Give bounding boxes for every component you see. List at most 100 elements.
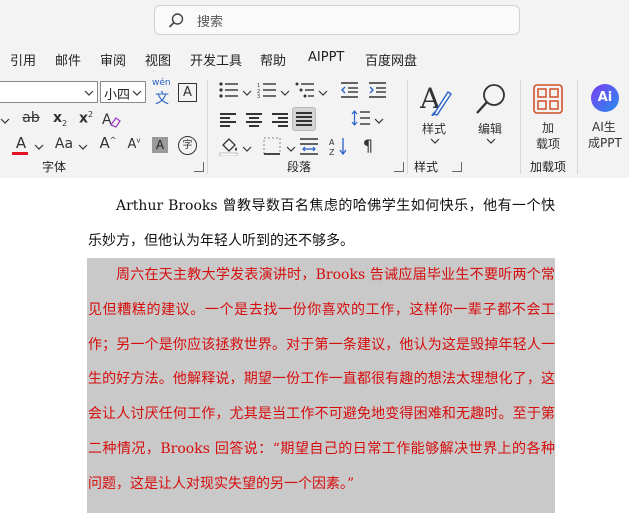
paragraph-dialog-launcher[interactable] <box>394 162 404 172</box>
search-box[interactable]: 搜索 <box>154 5 520 35</box>
shading-button[interactable] <box>218 136 240 158</box>
character-border-button[interactable]: A <box>178 83 197 102</box>
font-color-bar <box>12 152 28 155</box>
align-center-icon <box>246 113 262 127</box>
justify-button[interactable] <box>292 107 316 131</box>
chevron-down-icon[interactable] <box>280 90 290 96</box>
superscript-button[interactable]: x2 <box>76 110 96 130</box>
menu-view[interactable]: 视图 <box>145 50 171 69</box>
svg-text:3: 3 <box>257 94 260 98</box>
svg-text:A: A <box>329 138 335 147</box>
styles-icon: A <box>419 82 452 116</box>
borders-icon <box>263 137 281 155</box>
chevron-down-icon[interactable] <box>374 118 384 124</box>
increase-indent-icon <box>369 82 386 98</box>
addins-label-1: 加 <box>542 121 555 135</box>
line-spacing-icon <box>351 110 370 126</box>
chevron-down-icon <box>84 90 94 96</box>
grow-font-button[interactable]: A^ <box>98 134 118 156</box>
char-border-icon: A <box>183 85 192 100</box>
chevron-down-icon[interactable] <box>318 90 328 96</box>
bullets-icon <box>219 82 238 98</box>
menu-mailings[interactable]: 邮件 <box>55 50 81 69</box>
font-size-combo[interactable]: 小四 <box>100 81 146 103</box>
numbering-button[interactable]: 1 2 3 <box>256 82 278 102</box>
ribbon-area: 搜索 引用 邮件 审阅 视图 开发工具 帮助 AIPPT 百度网盘 小四 wén… <box>0 0 629 178</box>
change-case-button[interactable]: Aa <box>52 136 76 156</box>
numbering-icon: 1 2 3 <box>257 83 276 100</box>
borders-button[interactable] <box>262 137 282 157</box>
style-dialog-launcher[interactable] <box>452 162 462 172</box>
chevron-down-icon[interactable] <box>286 146 296 152</box>
chevron-down-icon[interactable] <box>242 90 252 96</box>
svg-text:A: A <box>102 112 112 128</box>
chevron-down-icon[interactable] <box>34 144 44 150</box>
font-dialog-launcher[interactable] <box>194 162 204 172</box>
paragraph-group-label: 段落 <box>287 160 312 174</box>
document-paragraph-2-selected[interactable]: 周六在天主教大学发表演讲时，Brooks 告诫应届毕业生不要听两个常见但糟糕的建… <box>88 258 555 502</box>
align-left-button[interactable] <box>218 110 238 130</box>
decrease-indent-button[interactable] <box>340 82 360 102</box>
bullets-button[interactable] <box>218 82 240 102</box>
strikethrough-button[interactable]: ab <box>20 110 42 130</box>
chevron-down-icon[interactable] <box>78 144 88 150</box>
chevron-down-icon[interactable] <box>242 146 252 152</box>
font-group-label: 字体 <box>42 160 67 174</box>
menu-references[interactable]: 引用 <box>10 50 36 69</box>
phonetic-guide-button[interactable]: wén 文 <box>152 78 172 107</box>
align-right-button[interactable] <box>270 110 290 130</box>
document-paragraph-1[interactable]: Arthur Brooks 曾教导数百名焦虑的哈佛学生如何快乐，他有一个快乐妙方… <box>88 189 555 259</box>
chevron-down-icon <box>0 118 10 124</box>
increase-indent-button[interactable] <box>368 82 388 102</box>
enclose-characters-button[interactable]: 字 <box>178 136 197 155</box>
ai-logo-icon: Ai <box>591 84 619 112</box>
search-placeholder: 搜索 <box>197 15 224 30</box>
show-marks-button[interactable]: ¶ <box>358 136 378 156</box>
font-size-value: 小四 <box>104 88 131 103</box>
align-left-icon <box>220 113 236 127</box>
addins-label-2: 载项 <box>536 137 561 151</box>
ai-generate-ppt-button[interactable]: Ai AI生 成PPT <box>584 80 629 152</box>
clear-formatting-button[interactable]: A <box>100 110 122 132</box>
subscript-button[interactable]: x2 <box>50 110 70 130</box>
sort-button[interactable]: A Z <box>328 136 350 158</box>
search-icon <box>168 13 184 28</box>
line-spacing-button[interactable] <box>350 110 372 130</box>
phonetic-icon: 文 <box>155 91 169 107</box>
menu-developer[interactable]: 开发工具 <box>190 50 242 69</box>
group-separator <box>577 80 578 174</box>
font-color-button[interactable]: A <box>12 134 30 158</box>
pilcrow-icon: ¶ <box>362 136 374 155</box>
addins-group-label: 加载项 <box>530 160 567 174</box>
menu-bar: 引用 邮件 审阅 视图 开发工具 帮助 AIPPT 百度网盘 <box>0 48 629 72</box>
menu-help[interactable]: 帮助 <box>260 50 286 69</box>
chevron-down-icon <box>430 138 440 144</box>
magnifier-icon <box>476 84 505 114</box>
align-right-icon <box>272 113 288 127</box>
svg-text:Z: Z <box>329 148 335 156</box>
font-name-combo[interactable] <box>0 81 98 103</box>
ribbon: 小四 wén 文 A ab x2 x2 A A Aa A^ Av A 字 字体 … <box>0 76 629 176</box>
menu-baidu-netdisk[interactable]: 百度网盘 <box>365 50 417 69</box>
shrink-font-button[interactable]: Av <box>124 136 144 156</box>
menu-aippt[interactable]: AIPPT <box>308 50 344 65</box>
ai-label-2: 成PPT <box>588 136 622 150</box>
multilevel-list-button[interactable] <box>294 82 316 102</box>
eraser-icon: A <box>102 112 121 128</box>
distribute-icon <box>300 138 318 155</box>
align-center-button[interactable] <box>244 110 264 130</box>
styles-button[interactable]: A 样式 <box>414 80 456 152</box>
addins-button[interactable]: 加 载项 <box>528 80 568 152</box>
style-group-label: 样式 <box>414 160 439 174</box>
underline-dropdown[interactable] <box>0 112 12 130</box>
character-shading-button[interactable]: A <box>152 137 168 153</box>
group-separator <box>407 80 408 174</box>
decrease-indent-icon <box>341 82 358 98</box>
edit-button[interactable]: 编辑 <box>470 80 512 152</box>
edit-label: 编辑 <box>478 122 503 136</box>
chevron-down-icon <box>486 138 496 144</box>
addins-grid-icon <box>533 84 563 114</box>
distributed-button[interactable] <box>298 136 320 158</box>
chevron-down-icon <box>132 90 142 96</box>
menu-review[interactable]: 审阅 <box>100 50 126 69</box>
